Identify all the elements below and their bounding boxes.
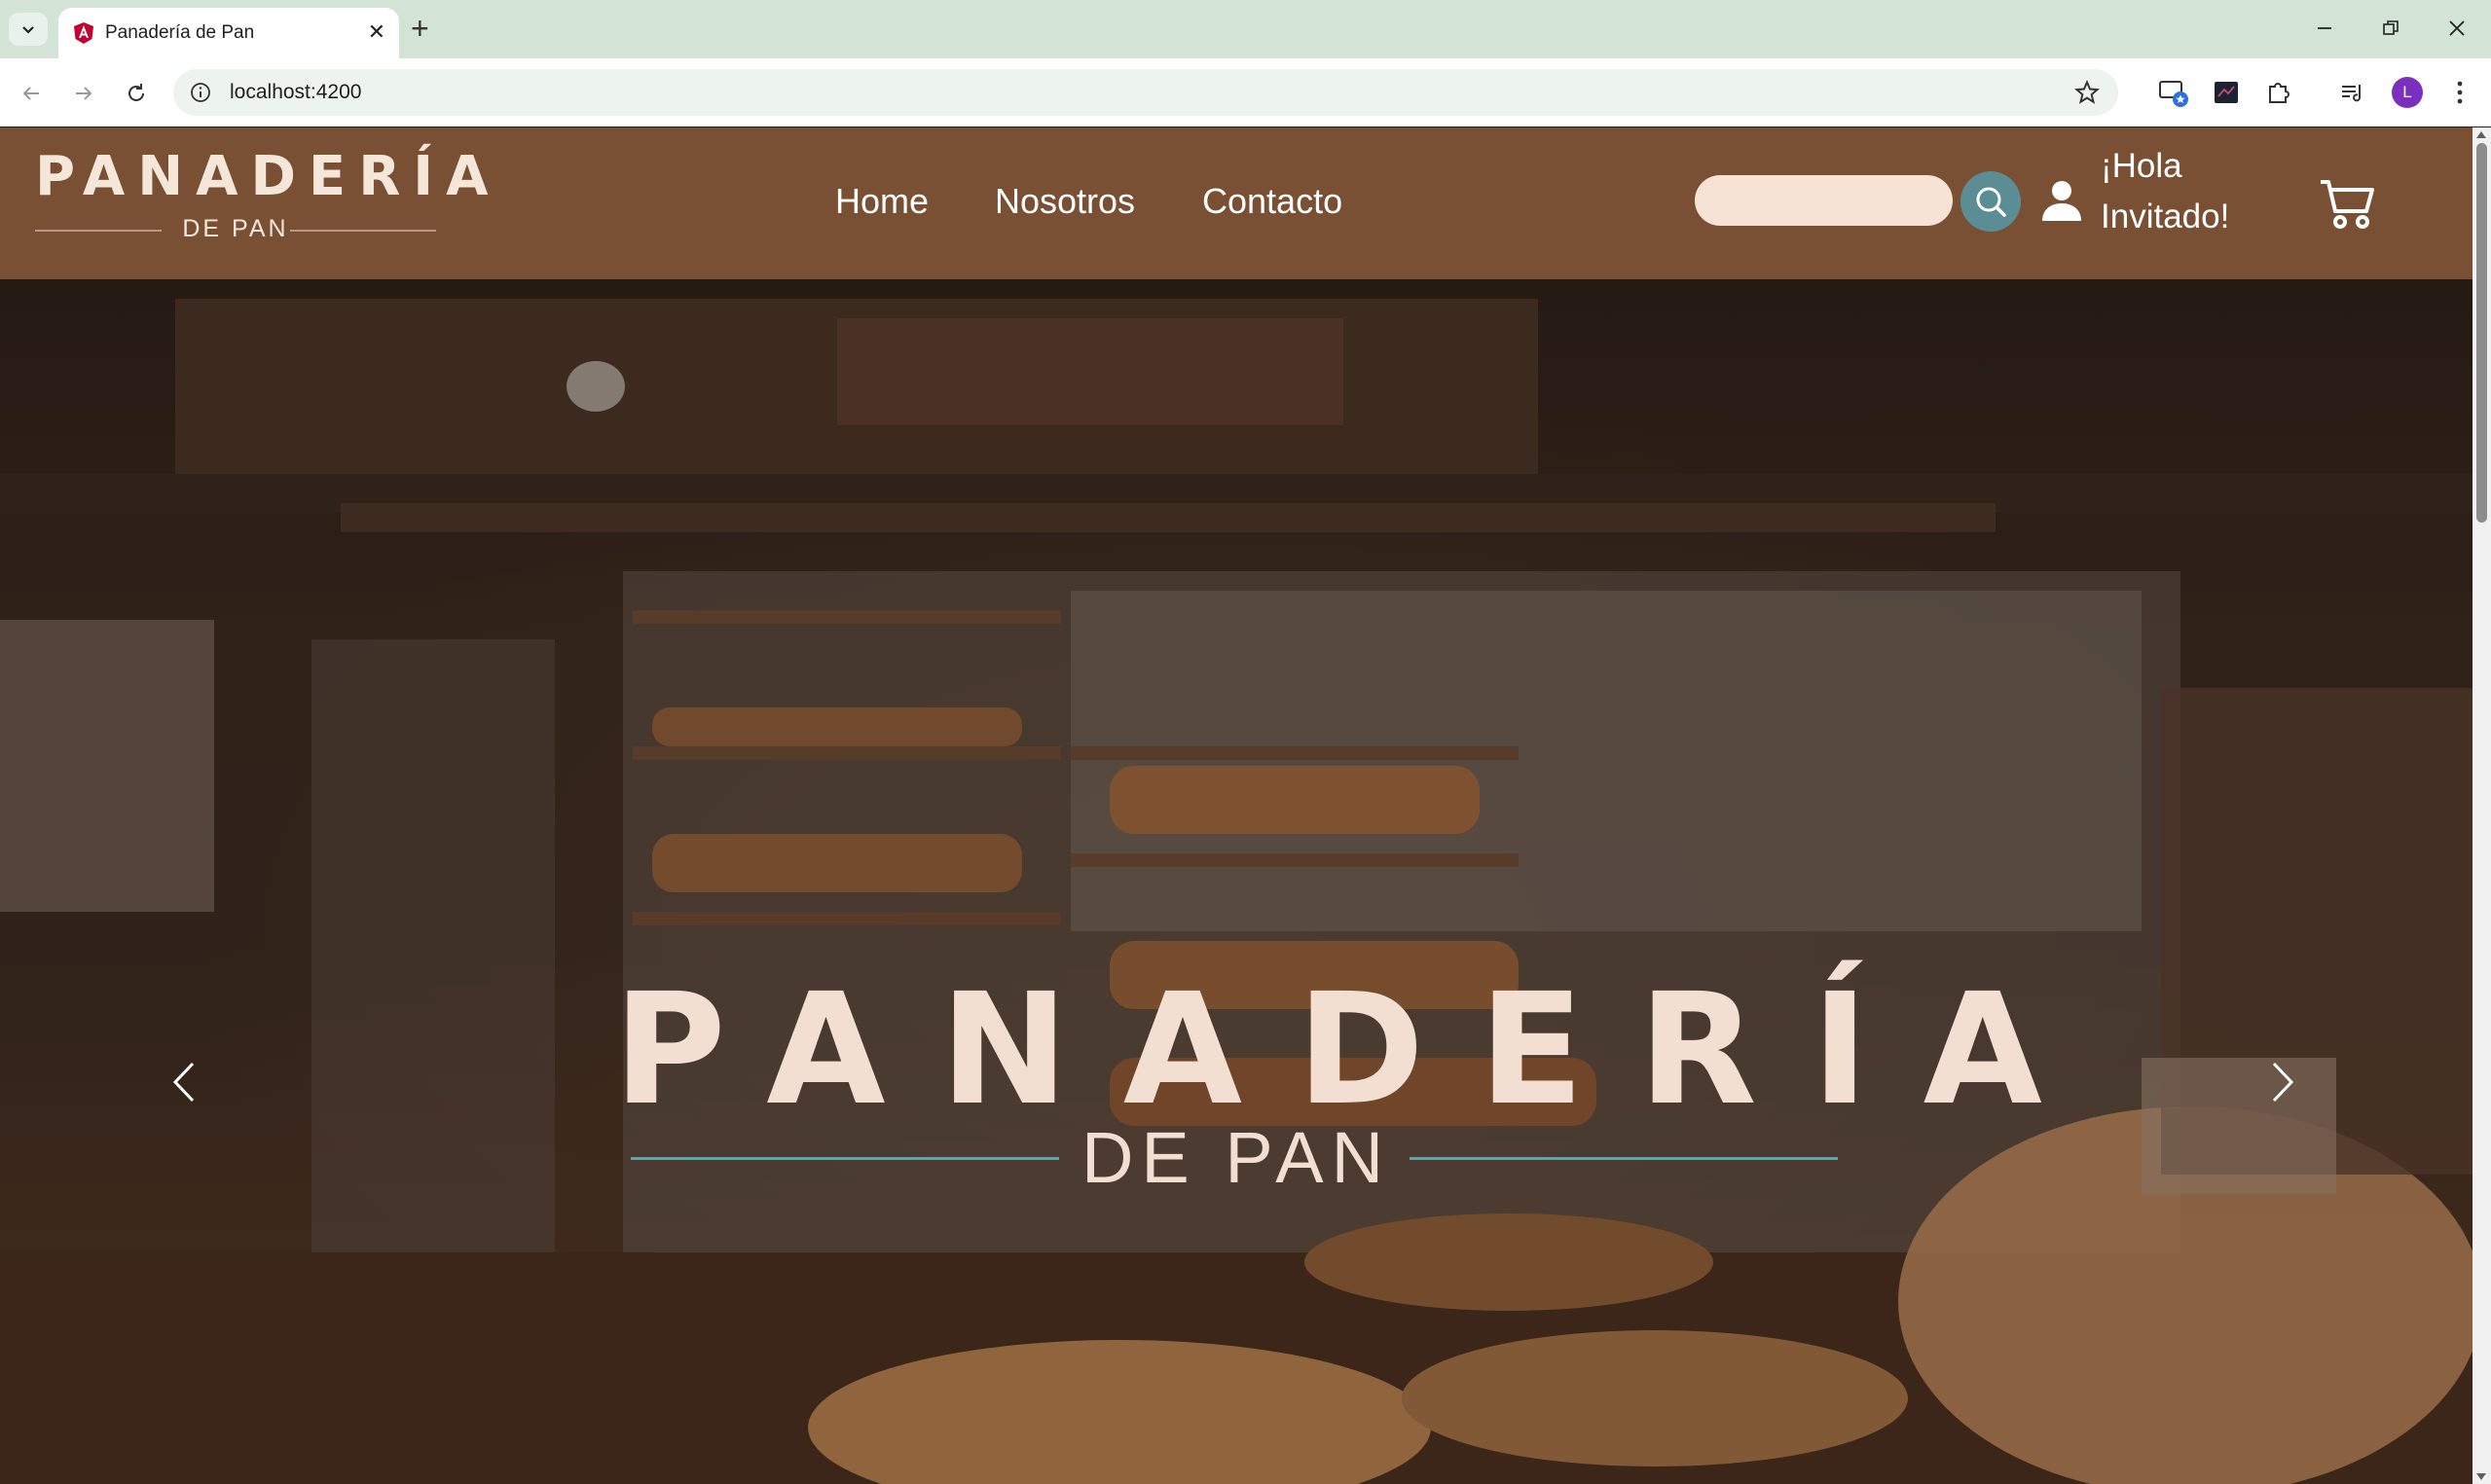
tab-search-button[interactable] (9, 13, 48, 46)
carousel-next-button[interactable] (2258, 1038, 2307, 1126)
screen-share-icon (2159, 81, 2188, 107)
angular-favicon-icon (74, 22, 93, 44)
chevron-right-icon (2272, 1062, 2294, 1103)
profile-avatar: L (2392, 77, 2423, 108)
reload-button[interactable] (119, 76, 154, 111)
bakery-hero-image (0, 279, 2473, 1484)
site-info-icon[interactable] (189, 81, 212, 104)
chevron-left-icon (172, 1062, 195, 1103)
new-tab-button[interactable]: + (411, 12, 429, 45)
browser-tab-bar: Panadería de Pan ✕ + (0, 0, 2491, 58)
page-scrollbar[interactable] (2473, 127, 2491, 1484)
close-tab-icon[interactable]: ✕ (368, 19, 385, 45)
extensions-button[interactable] (2260, 74, 2297, 111)
profile-button[interactable]: L (2389, 74, 2426, 111)
user-greeting: ¡Hola Invitado! (2101, 147, 2230, 235)
reload-icon (128, 84, 144, 101)
user-icon[interactable] (2039, 178, 2084, 223)
media-controls-button[interactable] (2334, 74, 2371, 111)
forward-button[interactable] (66, 76, 101, 111)
hero-divider-left (631, 1157, 1059, 1160)
logo-divider-right (290, 230, 436, 232)
hero-carousel: PANADERÍA DE PAN (0, 279, 2473, 1484)
back-button[interactable] (14, 76, 49, 111)
bookmark-star-icon[interactable] (2073, 79, 2101, 106)
search-input[interactable] (1695, 175, 1953, 226)
minimize-icon (2318, 27, 2331, 29)
browser-menu-button[interactable] (2441, 74, 2478, 111)
close-window-button[interactable] (2430, 12, 2484, 45)
scroll-up-arrow-icon[interactable] (2476, 131, 2486, 138)
tab-title: Panadería de Pan (105, 22, 255, 43)
hero-title: PANADERÍA (613, 960, 2097, 1140)
site-header: PANADERÍA DE PAN Home Nosotros Contacto … (0, 127, 2473, 279)
extension-app-icon (2215, 82, 2238, 103)
address-bar[interactable]: localhost:4200 (173, 69, 2118, 116)
nav-home[interactable]: Home (835, 181, 929, 222)
search-button[interactable] (1960, 171, 2021, 232)
nav-contacto[interactable]: Contacto (1202, 181, 1342, 222)
scrollbar-thumb[interactable] (2476, 143, 2487, 523)
minimize-window-button[interactable] (2297, 12, 2352, 45)
puzzle-icon (2269, 83, 2290, 103)
url-text: localhost:4200 (230, 81, 362, 103)
extension-button[interactable] (2208, 74, 2245, 111)
nav-nosotros[interactable]: Nosotros (995, 181, 1135, 222)
scroll-down-arrow-icon[interactable] (2476, 1473, 2486, 1480)
playlist-icon (2342, 85, 2361, 102)
browser-tab[interactable]: Panadería de Pan ✕ (58, 8, 399, 58)
search-icon (1976, 187, 2006, 217)
browser-toolbar: localhost:4200 L (0, 58, 2491, 127)
shopping-cart-icon[interactable] (2319, 176, 2377, 231)
more-vertical-icon (2457, 81, 2463, 104)
logo-title: PANADERÍA (35, 145, 501, 208)
carousel-prev-button[interactable] (160, 1038, 208, 1126)
restore-icon (2383, 20, 2399, 35)
restore-window-button[interactable] (2363, 12, 2418, 45)
cast-extension-button[interactable] (2155, 74, 2192, 111)
arrow-left-icon (22, 87, 39, 100)
arrow-right-icon (76, 87, 92, 100)
chevron-down-icon (22, 26, 34, 34)
site-logo[interactable]: PANADERÍA DE PAN (35, 145, 488, 258)
hero-divider-right (1410, 1157, 1838, 1160)
close-icon (2449, 20, 2465, 36)
hero-subtitle: DE PAN (1081, 1117, 1392, 1198)
